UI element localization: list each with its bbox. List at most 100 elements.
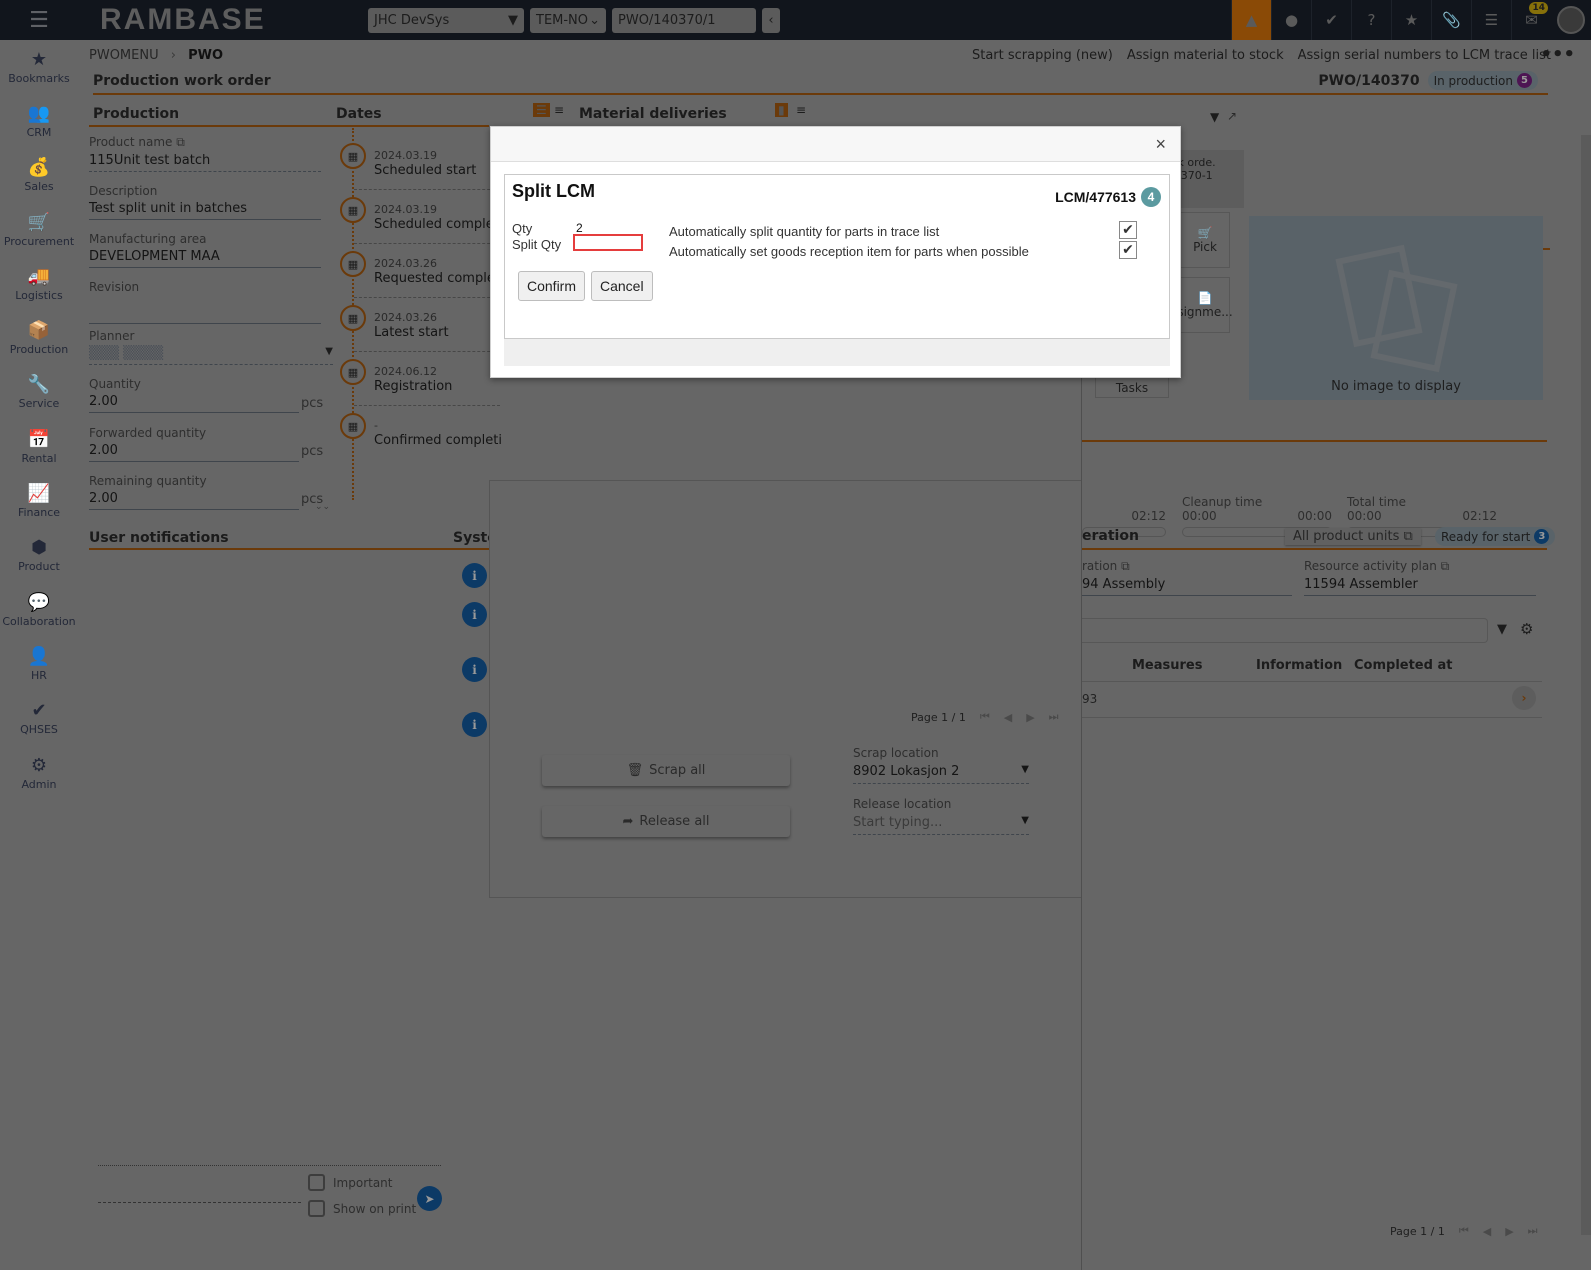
- paperclip-icon[interactable]: 📎: [1431, 0, 1471, 40]
- list-icon[interactable]: ☰: [1471, 0, 1511, 40]
- checkbox[interactable]: [308, 1174, 325, 1191]
- field-value[interactable]: 94 Assembly: [1082, 574, 1292, 596]
- close-icon[interactable]: ×: [1155, 134, 1166, 155]
- action-assign-material[interactable]: Assign material to stock: [1127, 48, 1284, 63]
- checkmark-icon: ✔: [1122, 242, 1134, 258]
- scrap-all-button[interactable]: 🗑 Scrap all: [542, 755, 790, 786]
- confirm-button[interactable]: Confirm: [518, 271, 586, 301]
- field-value[interactable]: 115Unit test batch: [89, 150, 321, 172]
- notification-input[interactable]: [98, 1165, 441, 1166]
- mail-icon[interactable]: ✉ 14: [1511, 0, 1551, 40]
- info-icon[interactable]: i: [462, 657, 487, 682]
- next-page-icon[interactable]: ▶: [1026, 711, 1034, 724]
- next-page-icon[interactable]: ▶: [1505, 1225, 1513, 1238]
- chart-view-icon[interactable]: ▮: [775, 103, 788, 117]
- alert-icon[interactable]: ●: [1271, 0, 1311, 40]
- lcm-id[interactable]: LCM/477613: [1055, 189, 1136, 205]
- user-notifications-heading: User notifications: [89, 530, 229, 546]
- first-page-icon[interactable]: ⏮: [1459, 1224, 1469, 1238]
- field-value[interactable]: 11594 Assembler: [1304, 574, 1536, 596]
- sidebar-item-sales[interactable]: 💰 Sales: [0, 149, 78, 203]
- gear-icon[interactable]: ⚙: [1520, 620, 1533, 638]
- table-row[interactable]: 93 ›: [1082, 686, 1542, 718]
- release-all-button[interactable]: ➦ Release all: [542, 806, 790, 837]
- action-assign-serial-numbers[interactable]: Assign serial numbers to LCM trace list: [1298, 48, 1551, 63]
- field-value[interactable]: 2.00: [89, 488, 299, 510]
- split-quantity-checkbox[interactable]: ✔: [1119, 221, 1137, 239]
- sidebar-item-rental[interactable]: 📅 Rental: [0, 420, 78, 474]
- details-icon[interactable]: ≡: [796, 103, 806, 117]
- info-icon[interactable]: i: [462, 563, 487, 588]
- checkbox-label: Show on print: [333, 1201, 417, 1216]
- list-view-icon[interactable]: ☰: [533, 103, 550, 117]
- chevron-right-icon[interactable]: ›: [1512, 686, 1536, 710]
- send-icon[interactable]: ➤: [417, 1186, 442, 1211]
- details-icon[interactable]: ≡: [554, 103, 564, 117]
- sidebar-item-service[interactable]: 🔧 Service: [0, 366, 78, 420]
- prev-page-icon[interactable]: ◀: [1483, 1225, 1491, 1238]
- scrollbar[interactable]: [1581, 135, 1591, 1235]
- first-page-icon[interactable]: ⏮: [980, 710, 990, 724]
- all-product-units-button[interactable]: All product units ⧉: [1285, 528, 1421, 545]
- filter-icon[interactable]: ▼: [1210, 110, 1219, 124]
- star-icon[interactable]: ★: [1391, 0, 1431, 40]
- last-page-icon[interactable]: ⏭: [1049, 710, 1059, 724]
- assignment-button[interactable]: 📄 signme...: [1177, 277, 1233, 333]
- column-header-information[interactable]: Information: [1256, 658, 1342, 673]
- search-input[interactable]: [1082, 618, 1488, 643]
- external-link-icon[interactable]: ⧉: [176, 135, 185, 149]
- last-page-icon[interactable]: ⏭: [1528, 1224, 1538, 1238]
- filter-icon[interactable]: ▼: [1497, 622, 1507, 637]
- hamburger-icon[interactable]: ☰: [0, 0, 78, 40]
- more-actions-button[interactable]: •••: [1540, 44, 1575, 65]
- sidebar-item-bookmarks[interactable]: ★ Bookmarks: [0, 40, 78, 94]
- external-link-icon[interactable]: ⧉: [1121, 559, 1130, 573]
- column-header-measures[interactable]: Measures: [1132, 658, 1202, 673]
- external-link-icon[interactable]: ⧉: [1441, 559, 1450, 573]
- warning-icon[interactable]: ▲: [1231, 0, 1271, 40]
- region-select[interactable]: TEM-NO ⌄: [530, 7, 606, 33]
- company-select[interactable]: JHC DevSys ▼: [368, 7, 524, 33]
- pick-button[interactable]: 🛒 Pick: [1180, 212, 1230, 268]
- field-value[interactable]: DEVELOPMENT MAA: [89, 246, 321, 268]
- info-icon[interactable]: i: [462, 602, 487, 627]
- expand-chevrons-icon[interactable]: ⌄⌄: [315, 502, 330, 512]
- goods-reception-checkbox[interactable]: ✔: [1119, 241, 1137, 259]
- sidebar-item-qhses[interactable]: ✔ QHSES: [0, 692, 78, 746]
- sidebar-item-product[interactable]: ⬢ Product: [0, 529, 78, 583]
- checkbox[interactable]: [308, 1200, 325, 1217]
- check-badge-icon[interactable]: ✔: [1311, 0, 1351, 40]
- cancel-button[interactable]: Cancel: [591, 271, 653, 301]
- time-start: 00:00: [1182, 509, 1217, 523]
- release-location-select[interactable]: Release location Start typing... ▼: [853, 797, 1029, 835]
- important-checkbox[interactable]: Important: [308, 1174, 393, 1191]
- sidebar-item-crm[interactable]: 👥 CRM: [0, 94, 78, 148]
- avatar[interactable]: [1557, 6, 1585, 34]
- split-qty-input[interactable]: [573, 234, 643, 251]
- column-header-completed-at[interactable]: Completed at: [1354, 658, 1452, 673]
- prev-page-icon[interactable]: ◀: [1004, 711, 1012, 724]
- field-value[interactable]: [89, 294, 321, 324]
- action-start-scrapping[interactable]: Start scrapping (new): [972, 48, 1113, 63]
- scrap-location-select[interactable]: Scrap location 8902 Lokasjon 2 ▼: [853, 746, 1029, 784]
- info-icon[interactable]: i: [462, 712, 487, 737]
- sidebar-item-production[interactable]: 📦 Production: [0, 311, 78, 365]
- planner-select[interactable]: ▒▒▒ ▒▒▒▒ ▼: [89, 343, 333, 365]
- breadcrumb-parent[interactable]: PWOMENU: [89, 48, 159, 63]
- field-value[interactable]: 2.00: [89, 440, 299, 462]
- sidebar-item-finance[interactable]: 📈 Finance: [0, 474, 78, 528]
- field-value[interactable]: Test split unit in batches: [89, 198, 321, 220]
- show-on-print-checkbox[interactable]: Show on print: [308, 1200, 416, 1217]
- document-field[interactable]: PWO/140370/1: [612, 7, 756, 33]
- sidebar-item-procurement[interactable]: 🛒 Procurement: [0, 203, 78, 257]
- external-link-icon[interactable]: ↗: [1227, 109, 1237, 123]
- sidebar-item-logistics[interactable]: 🚚 Logistics: [0, 257, 78, 311]
- field-value[interactable]: 2.00: [89, 391, 299, 413]
- sidebar-item-admin[interactable]: ⚙ Admin: [0, 746, 78, 800]
- notification-subject-input[interactable]: [98, 1202, 301, 1203]
- help-icon[interactable]: ?: [1351, 0, 1391, 40]
- tasks-button[interactable]: Tasks: [1095, 378, 1169, 398]
- sidebar-item-collaboration[interactable]: 💬 Collaboration: [0, 583, 78, 637]
- collapse-button[interactable]: ‹: [762, 7, 780, 33]
- sidebar-item-hr[interactable]: 👤 HR: [0, 637, 78, 691]
